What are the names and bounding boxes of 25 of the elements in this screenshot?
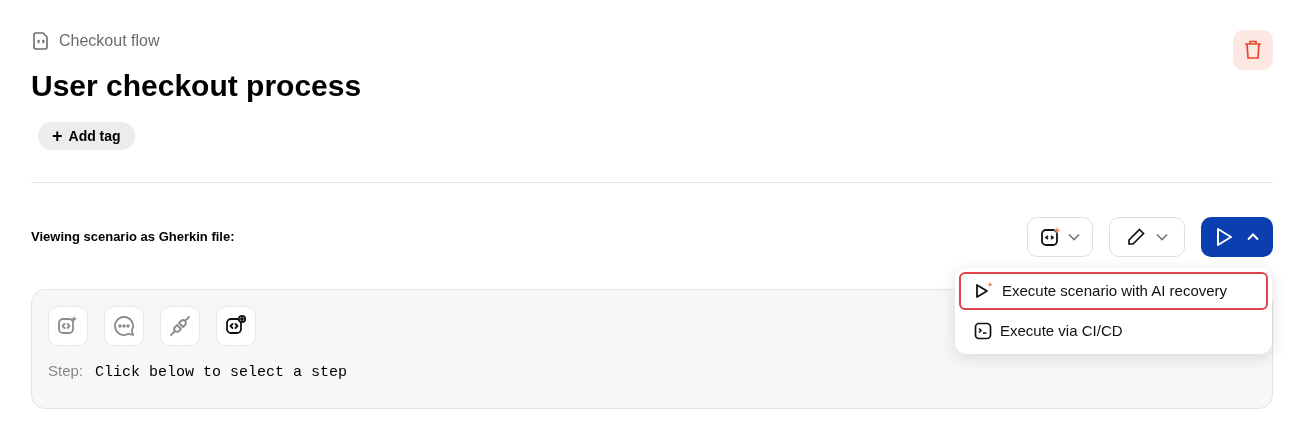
add-tag-button[interactable]: + Add tag	[38, 122, 135, 150]
run-button[interactable]	[1201, 217, 1273, 257]
code-sparkle-icon	[1040, 226, 1062, 248]
view-label: Viewing scenario as Gherkin file:	[31, 228, 235, 247]
menu-item[interactable]: Execute via CI/CD	[959, 312, 1268, 350]
menu-item[interactable]: Execute scenario with AI recovery	[959, 272, 1268, 310]
edit-dropdown-button[interactable]	[1109, 217, 1185, 257]
trash-icon	[1243, 39, 1263, 61]
step-value: Click below to select a step	[95, 363, 348, 383]
step-tool-button[interactable]	[216, 306, 256, 346]
step-label: Step:	[48, 361, 84, 381]
breadcrumb[interactable]: Checkout flow	[59, 29, 160, 53]
page-title: User checkout process	[31, 68, 362, 104]
delete-button[interactable]	[1233, 30, 1273, 70]
file-code-icon	[31, 31, 51, 51]
play-sparkle-icon	[974, 281, 994, 301]
play-icon	[1215, 227, 1233, 247]
plug-icon	[168, 314, 192, 338]
chevron-down-icon	[1068, 233, 1080, 241]
ai-code-dropdown-button[interactable]	[1027, 217, 1093, 257]
chevron-down-icon	[1156, 233, 1168, 241]
chat-bubble-icon	[112, 314, 136, 338]
pencil-icon	[1126, 227, 1146, 247]
terminal-icon	[974, 322, 992, 340]
chevron-icon	[1247, 233, 1259, 241]
